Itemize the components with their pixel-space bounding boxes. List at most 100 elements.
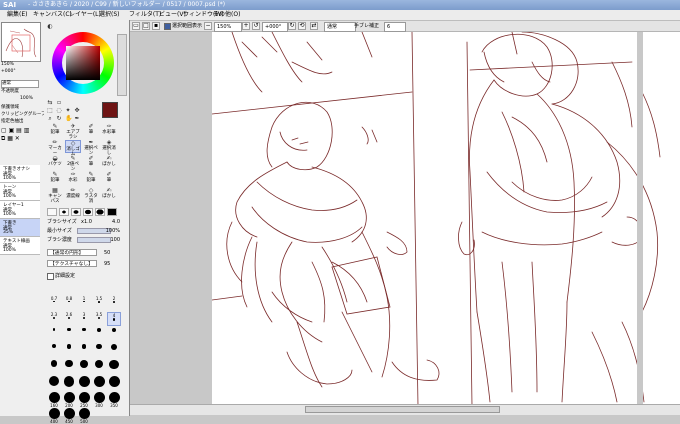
detail-settings-checkbox[interactable]: [47, 273, 54, 280]
brush-shape-6[interactable]: [107, 208, 117, 216]
brush-size-preset[interactable]: [77, 360, 91, 374]
brush-size-preset[interactable]: [92, 360, 106, 374]
brush-size-preset[interactable]: 250: [77, 392, 91, 408]
brush-size-preset[interactable]: [107, 344, 121, 358]
brush-size-preset[interactable]: 300: [92, 392, 106, 408]
brush-size-preset[interactable]: [92, 376, 106, 390]
tool-pencil-2[interactable]: ✎ 鉛筆: [47, 172, 63, 185]
flip-icon[interactable]: ⇄: [310, 22, 318, 30]
deselect-icon[interactable]: □: [142, 22, 150, 30]
tool-canvas[interactable]: ▦ キャンバス: [47, 188, 63, 205]
brush-size-preset[interactable]: [62, 344, 76, 358]
brush-size-preset[interactable]: 2: [107, 296, 121, 310]
texture-strength[interactable]: 95: [104, 260, 110, 268]
reset-rotation-icon[interactable]: ⟲: [298, 22, 306, 30]
brush-size-preset[interactable]: 2.3: [47, 312, 61, 326]
brush-size-preset[interactable]: 1.5: [92, 296, 106, 310]
opacity-value[interactable]: 100%: [20, 96, 33, 102]
tool-binary-pen[interactable]: ✎ 2値ペン: [65, 156, 81, 173]
tool-marker[interactable]: ✏ マーカー: [47, 140, 63, 157]
menu-other[interactable]: その他(O): [210, 10, 243, 20]
lasso-icon[interactable]: ◌: [56, 108, 62, 114]
eyedropper-icon[interactable]: ✒: [74, 116, 80, 122]
clipping-option[interactable]: クリッピンググループ: [1, 112, 46, 118]
horizontal-scrollbar[interactable]: [130, 404, 680, 415]
brush-size-value[interactable]: 4.0: [112, 218, 120, 226]
new-layer-icon[interactable]: ▢ ▣ ▤ ▥: [1, 128, 29, 134]
brush-size-preset[interactable]: [47, 344, 61, 358]
magic-wand-icon[interactable]: ✦: [65, 108, 71, 114]
layer-item[interactable]: レイヤー1 通常 100%: [0, 201, 40, 219]
brush-size-preset[interactable]: 3.5: [92, 312, 106, 326]
brush-size-preset[interactable]: [92, 328, 106, 342]
tool-pencil-3[interactable]: ✎ 鉛筆: [83, 172, 99, 185]
select-icon[interactable]: ▭: [132, 22, 140, 30]
zoom-field[interactable]: 150%: [214, 22, 242, 32]
blend-mode-select[interactable]: 通常: [324, 22, 356, 32]
brush-size-preset[interactable]: 160: [47, 392, 61, 408]
canvas-area[interactable]: [130, 31, 680, 416]
zoom-out-icon[interactable]: −: [204, 22, 212, 30]
nav-angle-value[interactable]: +000°: [1, 69, 16, 75]
tool-airbrush[interactable]: ✈ エアブラシ: [65, 124, 81, 141]
nav-zoom-value[interactable]: 150%: [1, 62, 14, 68]
tool-select-erase[interactable]: ◈ 選択消し: [101, 140, 117, 157]
brush-size-preset[interactable]: 200: [62, 392, 76, 408]
brush-size-preset[interactable]: [107, 376, 121, 390]
layer-item[interactable]: トーン 通常 100%: [0, 183, 40, 201]
brush-size-preset[interactable]: 350: [107, 392, 121, 408]
layer-item[interactable]: 下書きオナシ 通常 100%: [0, 165, 40, 183]
rotate-icon[interactable]: ↻: [56, 116, 62, 122]
stabilizer-select[interactable]: 6: [384, 22, 406, 32]
angle-field[interactable]: +000°: [262, 22, 288, 32]
brush-size-preset[interactable]: 0.7: [47, 296, 61, 310]
brush-size-preset[interactable]: [107, 328, 121, 342]
swap-color-icon[interactable]: ⇆: [47, 100, 53, 106]
brush-size-preset[interactable]: 2.6: [62, 312, 76, 326]
brush-size-preset[interactable]: 500: [77, 408, 91, 424]
tool-blur-2[interactable]: ✍ ぼかし: [101, 188, 117, 201]
hand-icon[interactable]: ✋: [65, 116, 72, 122]
tool-pencil[interactable]: ✎ 鉛筆: [47, 124, 63, 137]
brush-size-preset[interactable]: [62, 360, 76, 374]
brush-size-preset[interactable]: [47, 360, 61, 374]
fill-icon[interactable]: ▪: [152, 22, 160, 30]
move-icon[interactable]: ✥: [74, 108, 80, 114]
density-slider[interactable]: [77, 237, 111, 243]
brush-size-multiplier[interactable]: x1.0: [81, 218, 92, 226]
brush-shape-strength[interactable]: 50: [104, 249, 110, 257]
tool-blur[interactable]: ✍ ぼかし: [101, 156, 117, 169]
brush-size-preset[interactable]: [77, 376, 91, 390]
tool-raster-erase[interactable]: ◇ ラスタ消: [83, 188, 99, 205]
texture-select[interactable]: 【テクスチャなし】: [47, 260, 97, 267]
brush-size-preset[interactable]: 3: [77, 312, 91, 326]
brush-size-preset[interactable]: 450: [62, 408, 76, 424]
brush-shape-5[interactable]: [95, 208, 105, 216]
menu-edit[interactable]: 編集(E): [4, 10, 30, 20]
brush-size-preset[interactable]: 0.8: [62, 296, 76, 310]
tool-watercolor-2[interactable]: ✑ 水彩: [65, 172, 81, 185]
zoom-icon[interactable]: ⌕: [47, 116, 53, 122]
zoom-in-icon[interactable]: +: [242, 22, 250, 30]
tool-bucket[interactable]: ◒ バケツ: [47, 156, 63, 169]
current-color-swatch[interactable]: [102, 102, 118, 118]
brush-shape-2[interactable]: [59, 208, 69, 216]
brush-size-preset[interactable]: [77, 328, 91, 342]
brush-size-preset[interactable]: [47, 328, 61, 342]
tool-eraser[interactable]: ◇ 消しゴム: [65, 140, 81, 157]
menu-select[interactable]: 選択(S): [96, 10, 123, 20]
brush-size-preset[interactable]: [62, 328, 76, 342]
tool-watercolor[interactable]: ✑ 水彩筆: [101, 124, 117, 137]
tool-select-pen[interactable]: ✒ 選択ペン: [83, 140, 99, 157]
brush-size-preset[interactable]: [62, 376, 76, 390]
layer-item[interactable]: テキスト線画 通常 100%: [0, 237, 40, 255]
brush-size-preset[interactable]: [77, 344, 91, 358]
brush-shape-4[interactable]: [83, 208, 93, 216]
layer-item-selected[interactable]: 下書き 通常 35%: [0, 219, 40, 237]
tool-brush-2[interactable]: ✐ 筆: [83, 156, 99, 169]
selection-visible-checkbox[interactable]: [164, 23, 171, 30]
navigator-thumbnail[interactable]: [1, 22, 41, 62]
brush-shape-3[interactable]: [71, 208, 81, 216]
canvas-paper[interactable]: [211, 31, 680, 407]
saturation-value-square[interactable]: [66, 46, 100, 80]
